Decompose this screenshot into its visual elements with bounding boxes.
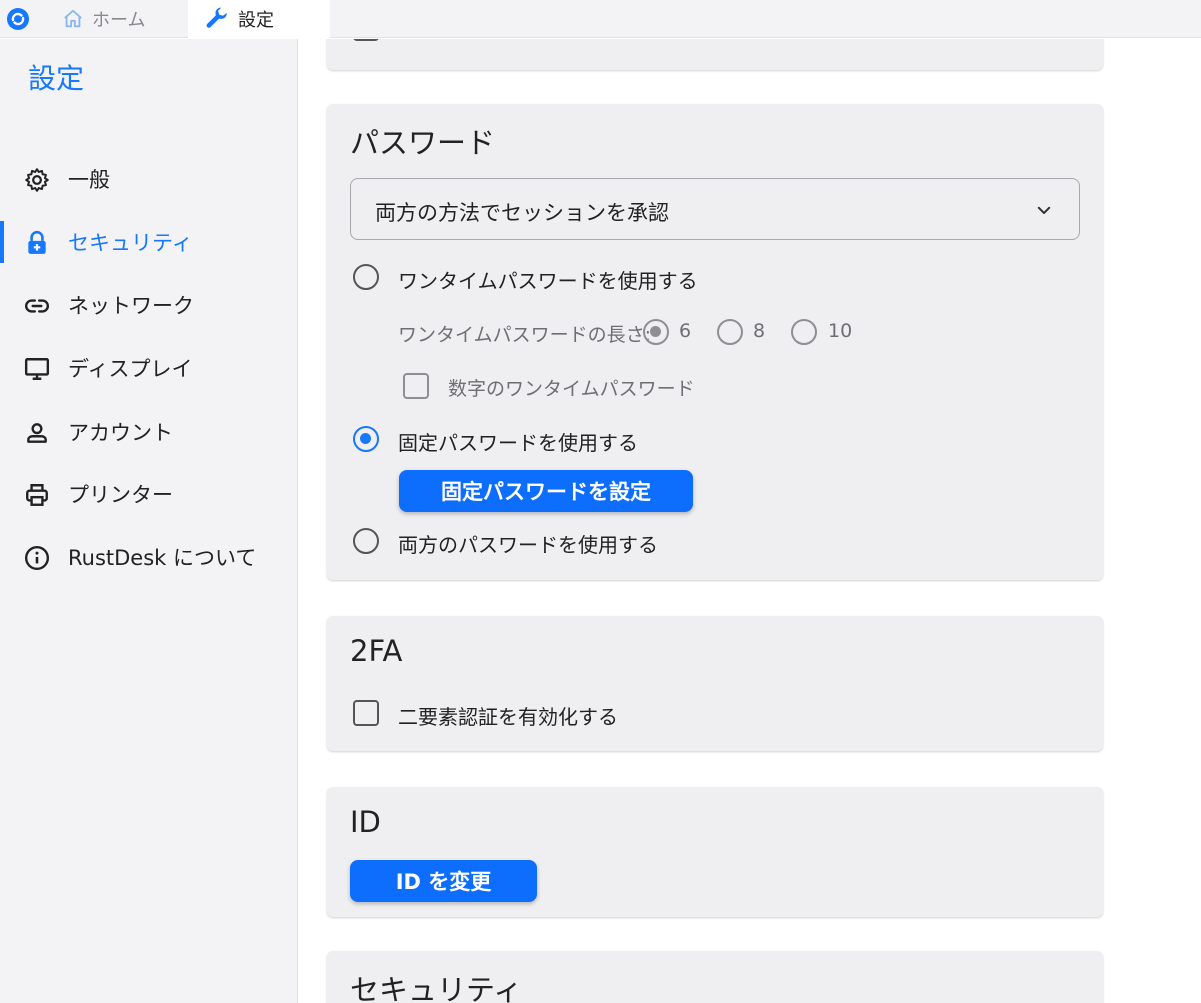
- person-icon: [27, 423, 47, 443]
- sidebar-item-label: プリンター: [68, 483, 173, 507]
- tab-home-label: ホーム: [92, 10, 146, 31]
- gear-icon: [25, 168, 49, 192]
- sidebar-item-label: アカウント: [68, 421, 173, 445]
- security-section-title: セキュリティ: [350, 973, 523, 1003]
- sidebar-item-printer[interactable]: プリンター: [0, 471, 297, 517]
- onetime-length-10-radio[interactable]: [791, 319, 817, 345]
- enable-2fa-checkbox[interactable]: [353, 700, 379, 726]
- onetime-password-radio[interactable]: [353, 264, 379, 290]
- sidebar-item-network[interactable]: ネットワーク: [0, 282, 297, 328]
- tab-home[interactable]: ホーム: [60, 0, 188, 38]
- approve-mode-value: 両方の方法でセッションを承認: [375, 201, 669, 225]
- title-bar: ホーム 設定: [0, 0, 1201, 38]
- sidebar-item-account[interactable]: アカウント: [0, 409, 297, 455]
- twofa-card: 2FA 二要素認証を有効化する: [327, 616, 1103, 751]
- tab-settings-label: 設定: [238, 10, 274, 31]
- tab-settings[interactable]: 設定: [188, 0, 330, 38]
- numeric-onetime-checkbox[interactable]: [403, 373, 429, 399]
- id-section-title: ID: [350, 805, 381, 839]
- permanent-password-radio[interactable]: [353, 426, 379, 452]
- onetime-length-8-label[interactable]: 8: [753, 320, 765, 342]
- sidebar-item-label: RustDesk について: [68, 546, 257, 570]
- sidebar-item-label: 一般: [68, 168, 110, 192]
- sidebar-item-security[interactable]: セキュリティ: [0, 219, 297, 265]
- partial-checkbox[interactable]: [353, 39, 379, 41]
- twofa-section-title: 2FA: [350, 634, 403, 668]
- onetime-length-8-radio[interactable]: [717, 319, 743, 345]
- previous-card: [327, 39, 1103, 70]
- id-card: ID ID を変更: [327, 787, 1103, 917]
- sidebar: 設定 一般 セキュリティ ネットワーク ディスプレイ アカウント プリンター R…: [0, 39, 298, 1003]
- lock-icon: [28, 230, 46, 254]
- security-card: セキュリティ: [327, 951, 1103, 1003]
- sidebar-item-display[interactable]: ディスプレイ: [0, 345, 297, 391]
- both-passwords-label[interactable]: 両方のパスワードを使用する: [398, 529, 658, 558]
- enable-2fa-label[interactable]: 二要素認証を有効化する: [398, 701, 618, 730]
- home-icon: [64, 9, 82, 28]
- sidebar-item-about[interactable]: RustDesk について: [0, 534, 297, 580]
- rustdesk-logo-icon: [7, 8, 29, 30]
- approve-mode-select[interactable]: 両方の方法でセッションを承認: [350, 178, 1080, 240]
- monitor-icon: [24, 358, 50, 380]
- onetime-length-6-radio[interactable]: [643, 319, 669, 345]
- sidebar-item-label: ネットワーク: [68, 294, 194, 318]
- printer-icon: [26, 484, 48, 506]
- sidebar-item-label: セキュリティ: [68, 231, 193, 255]
- onetime-length-10-label[interactable]: 10: [828, 320, 852, 342]
- onetime-length-6-label[interactable]: 6: [679, 320, 691, 342]
- password-card: パスワード 両方の方法でセッションを承認 ワンタイムパスワードを使用する ワンタ…: [327, 104, 1103, 580]
- numeric-onetime-label[interactable]: 数字のワンタイムパスワード: [448, 374, 695, 401]
- password-section-title: パスワード: [350, 126, 496, 160]
- change-id-button[interactable]: ID を変更: [350, 860, 537, 902]
- sidebar-item-general[interactable]: 一般: [0, 156, 297, 202]
- link-icon: [25, 299, 49, 313]
- permanent-password-label[interactable]: 固定パスワードを使用する: [398, 427, 638, 456]
- set-permanent-password-button[interactable]: 固定パスワードを設定: [399, 470, 693, 512]
- chevron-down-icon: [1037, 206, 1051, 214]
- onetime-password-label[interactable]: ワンタイムパスワードを使用する: [398, 265, 698, 294]
- info-icon: [24, 545, 50, 571]
- settings-content[interactable]: パスワード 両方の方法でセッションを承認 ワンタイムパスワードを使用する ワンタ…: [299, 39, 1201, 1003]
- both-passwords-radio[interactable]: [353, 528, 379, 554]
- wrench-icon: [206, 7, 227, 28]
- onetime-length-label: ワンタイムパスワードの長さ:: [398, 324, 652, 346]
- sidebar-title: 設定: [28, 62, 85, 95]
- sidebar-item-label: ディスプレイ: [68, 357, 193, 381]
